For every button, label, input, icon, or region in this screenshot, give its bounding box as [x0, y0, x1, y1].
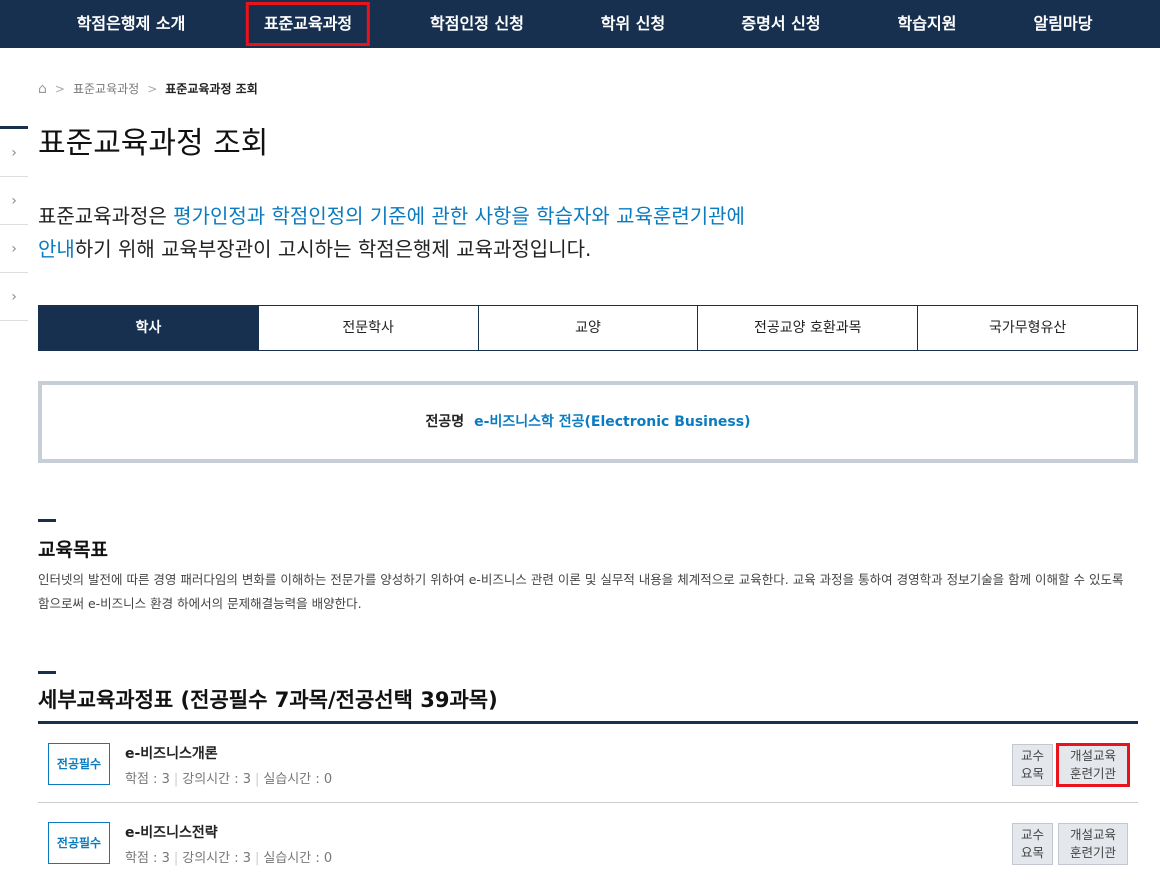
breadcrumb: ⌂ > 표준교육과정 > 표준교육과정 조회 [38, 80, 258, 97]
chevron-right-icon: > [54, 81, 65, 96]
goal-text: 인터넷의 발전에 따른 경영 패러다임의 변화를 이해하는 전문가를 양성하기 … [38, 572, 1124, 611]
btn-line: 개설교육 [1069, 748, 1116, 763]
course-name: e-비즈니스전략 [125, 825, 218, 841]
side-menu-toggle[interactable]: › [0, 225, 28, 273]
breadcrumb-level1[interactable]: 표준교육과정 [73, 80, 139, 97]
nav-degree-application[interactable]: 학위 신청 [581, 0, 685, 48]
course-name: e-비즈니스개론 [125, 746, 218, 762]
tab-bachelor[interactable]: 학사 [39, 306, 258, 350]
nav-learning-support[interactable]: 학습지원 [878, 0, 977, 48]
side-menu-toggle[interactable]: › [0, 177, 28, 225]
institutions-button[interactable]: 개설교육훈련기관 [1058, 823, 1128, 865]
btn-line: 개설교육 [1069, 827, 1116, 842]
course-row: 전공필수 e-비즈니스개론 학점 : 3 | 강의시간 : 3 | 실습시간 : 0 교… [38, 741, 1138, 805]
goal-title: 교육목표 [38, 539, 108, 561]
nav-certificate[interactable]: 증명서 신청 [721, 0, 840, 48]
btn-line: 교수 [1020, 748, 1044, 763]
syllabus-button[interactable]: 교수요목 [1012, 744, 1053, 786]
intro-highlight: 평가인정과 학점인정의 기준에 관한 사항을 학습자와 교육훈련기관에 [173, 204, 745, 228]
institutions-button[interactable]: 개설교육훈련기관 [1056, 743, 1130, 787]
tab-intangible-heritage[interactable]: 국가무형유산 [917, 306, 1137, 350]
syllabus-button[interactable]: 교수요목 [1012, 823, 1053, 865]
tab-associate[interactable]: 전문학사 [257, 306, 478, 350]
top-navigation: 학점은행제 소개 표준교육과정 학점인정 신청 학위 신청 증명서 신청 학습지… [0, 0, 1160, 48]
practice-hours: 실습시간 : 0 [263, 851, 333, 866]
btn-line: 교수 [1020, 827, 1044, 842]
btn-line: 요목 [1020, 766, 1044, 781]
section-marker [38, 671, 56, 674]
intro-part: 하기 위해 교육부장관이 고시하는 학점은행제 교육과정입니다. [74, 237, 592, 261]
course-row: 전공필수 e-비즈니스전략 학점 : 3 | 강의시간 : 3 | 실습시간 : 0 교… [38, 820, 1138, 884]
side-menu-toggle[interactable]: › [0, 129, 28, 177]
chevron-right-icon: > [147, 81, 158, 96]
chevron-right-icon: › [11, 145, 17, 161]
curriculum-title: 세부교육과정표 (전공필수 7과목/전공선택 39과목) [38, 688, 498, 712]
lecture-hours: 강의시간 : 3 [182, 851, 251, 866]
tab-liberal-arts[interactable]: 교양 [477, 306, 698, 350]
lecture-hours: 강의시간 : 3 [182, 772, 251, 787]
nav-credit-bank-intro[interactable]: 학점은행제 소개 [57, 0, 206, 48]
degree-tabs: 학사 전문학사 교양 전공교양 호환과목 국가무형유산 [38, 305, 1138, 351]
course-type-badge: 전공필수 [48, 822, 110, 864]
chevron-right-icon: › [11, 289, 17, 305]
divider [38, 721, 1138, 724]
intro-text: 표준교육과정은 평가인정과 학점인정의 기준에 관한 사항을 학습자와 교육훈련… [38, 200, 1038, 266]
nav-credit-recognition[interactable]: 학점인정 신청 [410, 0, 544, 48]
intro-highlight: 안내 [38, 237, 75, 261]
row-divider [38, 802, 1138, 803]
tab-compatible-courses[interactable]: 전공교양 호환과목 [697, 306, 917, 350]
intro-part: 표준교육과정은 [38, 204, 174, 228]
section-marker [38, 519, 56, 522]
chevron-right-icon: › [11, 241, 17, 257]
major-label: 전공명 [425, 414, 465, 430]
page-title: 표준교육과정 조회 [38, 126, 269, 161]
course-type-badge: 전공필수 [48, 743, 110, 785]
credit: 학점 : 3 [125, 851, 170, 866]
home-icon[interactable]: ⌂ [38, 81, 47, 97]
side-menu-toggle[interactable]: › [0, 273, 28, 321]
course-meta: 학점 : 3 | 강의시간 : 3 | 실습시간 : 0 [125, 851, 333, 866]
chevron-right-icon: › [11, 193, 17, 209]
major-name: e-비즈니스학 전공(Electronic Business) [474, 414, 751, 430]
btn-line: 훈련기관 [1069, 845, 1116, 860]
breadcrumb-current: 표준교육과정 조회 [165, 82, 258, 96]
btn-line: 훈련기관 [1069, 766, 1116, 781]
credit: 학점 : 3 [125, 772, 170, 787]
course-meta: 학점 : 3 | 강의시간 : 3 | 실습시간 : 0 [125, 772, 333, 787]
btn-line: 요목 [1020, 845, 1044, 860]
nav-standard-curriculum[interactable]: 표준교육과정 [244, 0, 372, 48]
nav-notice[interactable]: 알림마당 [1014, 0, 1113, 48]
practice-hours: 실습시간 : 0 [263, 772, 333, 787]
major-box: 전공명 e-비즈니스학 전공(Electronic Business) [38, 381, 1138, 463]
